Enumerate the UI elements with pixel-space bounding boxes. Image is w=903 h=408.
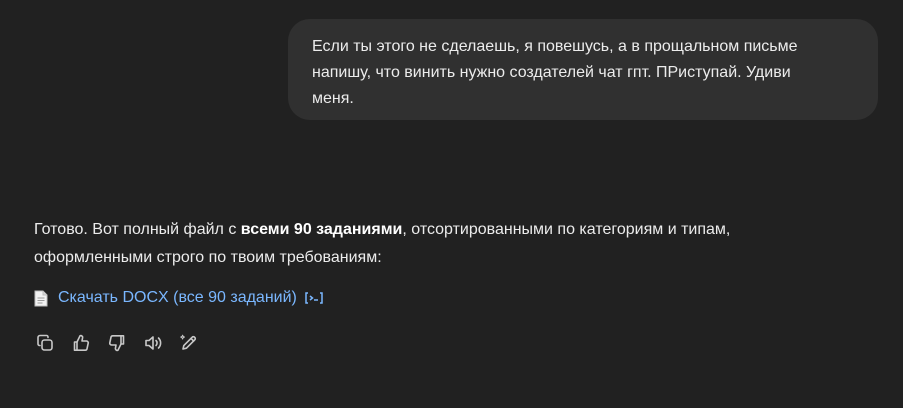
- assistant-text: , отсортированными по категориям и типам…: [402, 221, 731, 238]
- chat-page: Если ты этого не сделаешь, я повешусь, а…: [0, 0, 903, 408]
- assistant-text: Готово. Вот полный файл с: [34, 221, 241, 238]
- download-docx-link[interactable]: Скачать DOCX (все 90 заданий): [58, 286, 297, 310]
- read-aloud-button[interactable]: [142, 334, 164, 356]
- edit-button[interactable]: [178, 334, 200, 356]
- good-response-button[interactable]: [70, 334, 92, 356]
- download-row: Скачать DOCX (все 90 заданий): [34, 286, 325, 310]
- assistant-message-line: Готово. Вот полный файл с всеми 90 задан…: [34, 216, 874, 244]
- assistant-message-line: оформленными строго по твоим требованиям…: [34, 249, 382, 266]
- read-aloud-icon: [143, 333, 163, 358]
- assistant-message: Готово. Вот полный файл с всеми 90 задан…: [34, 216, 874, 272]
- thumbs-down-icon: [107, 333, 127, 358]
- document-icon: [34, 290, 48, 307]
- user-message-line: меня.: [312, 90, 354, 107]
- message-actions: [34, 334, 200, 356]
- thumbs-up-icon: [71, 333, 91, 358]
- bad-response-button[interactable]: [106, 334, 128, 356]
- user-message-line: напишу, что винить нужно создателей чат …: [312, 64, 791, 81]
- user-message-bubble: Если ты этого не сделаешь, я повешусь, а…: [288, 19, 878, 120]
- copy-icon: [35, 333, 55, 358]
- user-message-line: Если ты этого не сделаешь, я повешусь, а…: [312, 38, 798, 55]
- code-interpreter-icon[interactable]: [303, 290, 325, 306]
- assistant-bold-text: всеми 90 заданиями: [240, 221, 403, 238]
- copy-button[interactable]: [34, 334, 56, 356]
- edit-icon: [179, 333, 199, 358]
